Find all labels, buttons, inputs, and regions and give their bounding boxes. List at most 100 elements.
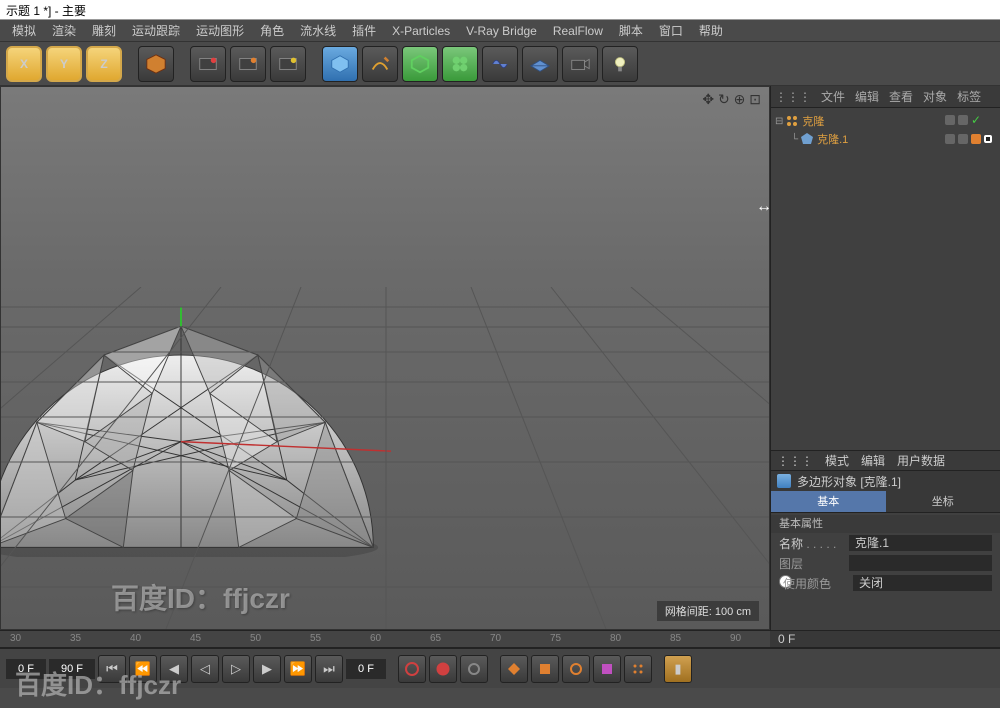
watermark-3: 百度ID：ffjczr <box>15 665 181 702</box>
frame-cur-field[interactable]: 0 F <box>346 659 386 679</box>
menu-script[interactable]: 脚本 <box>611 20 651 41</box>
autokey-button[interactable] <box>429 655 457 683</box>
attr-tab-userdata[interactable]: 用户数据 <box>897 452 945 469</box>
deformer-button[interactable] <box>482 46 518 82</box>
prop-name-label: 名称 . . . . . <box>779 535 849 552</box>
prop-name-field[interactable]: 克隆.1 <box>849 535 992 551</box>
axis-z-button[interactable]: Z <box>86 46 122 82</box>
ruler-frame-display: 0 F <box>770 631 1000 647</box>
polygon-icon <box>800 132 814 146</box>
render-pv-button[interactable] <box>230 46 266 82</box>
basic-props-header: 基本属性 <box>771 515 1000 533</box>
ruler-tick: 65 <box>430 633 441 644</box>
objects-panel-tabs: ⋮⋮⋮ 文件 编辑 查看 对象 标签 <box>771 86 1000 108</box>
tree-label: 克隆.1 <box>817 131 848 147</box>
play-rev-button[interactable]: ◁ <box>191 655 219 683</box>
param-key-button[interactable] <box>593 655 621 683</box>
window-title: 示题 1 *] - 主要 <box>6 4 86 18</box>
tree-label: 克隆 <box>802 113 824 129</box>
ruler-tick: 85 <box>670 633 681 644</box>
menu-character[interactable]: 角色 <box>252 20 292 41</box>
tab-view[interactable]: 查看 <box>889 88 913 105</box>
keyframe-button[interactable] <box>460 655 488 683</box>
menu-help[interactable]: 帮助 <box>691 20 731 41</box>
play-fwd-button[interactable]: ▷ <box>222 655 250 683</box>
cube-tool-button[interactable] <box>138 46 174 82</box>
watermark-1: 百度ID：ffjczr <box>111 577 290 617</box>
expand-icon[interactable]: ⊟ <box>775 116 783 127</box>
ruler-tick: 40 <box>130 633 141 644</box>
menu-sculpt[interactable]: 雕刻 <box>84 20 124 41</box>
tab-tags[interactable]: 标签 <box>957 88 981 105</box>
axis-x-button[interactable]: X <box>6 46 42 82</box>
menu-plugins[interactable]: 插件 <box>344 20 384 41</box>
ruler-tick: 90 <box>730 633 741 644</box>
camera-button[interactable] <box>562 46 598 82</box>
goto-end-button[interactable]: ⏭ <box>315 655 343 683</box>
menu-bar: 模拟 渲染 雕刻 运动跟踪 运动图形 角色 流水线 插件 X-Particles… <box>0 20 1000 42</box>
attr-tab-edit[interactable]: 编辑 <box>861 452 885 469</box>
pla-key-button[interactable] <box>624 655 652 683</box>
grid-icon[interactable]: ⋮⋮⋮ <box>775 90 811 104</box>
next-frame-button[interactable]: ▶ <box>253 655 281 683</box>
record-button[interactable] <box>398 655 426 683</box>
ruler-tick: 50 <box>250 633 261 644</box>
menu-vray[interactable]: V-Ray Bridge <box>458 22 545 40</box>
attributes-panel: ⋮⋮⋮ 模式 编辑 用户数据 多边形对象 [克隆.1] 基本 坐标 基本属性 名… <box>771 450 1000 630</box>
grid-spacing-label: 网格间距: 100 cm <box>657 601 759 621</box>
tab-edit[interactable]: 编辑 <box>855 88 879 105</box>
primitive-button[interactable] <box>322 46 358 82</box>
menu-realflow[interactable]: RealFlow <box>545 22 611 40</box>
viewport-3d[interactable]: ✥ ↻ ⊕ ⊡ <box>0 86 770 630</box>
grid-icon[interactable]: ⋮⋮⋮ <box>777 454 813 468</box>
ruler-tick: 55 <box>310 633 321 644</box>
tab-objects[interactable]: 对象 <box>923 88 947 105</box>
ruler-tick: 30 <box>10 633 21 644</box>
attr-tab-mode[interactable]: 模式 <box>825 452 849 469</box>
array-button[interactable] <box>442 46 478 82</box>
menu-window[interactable]: 窗口 <box>651 20 691 41</box>
ruler-tick: 45 <box>190 633 201 644</box>
prop-usecolor-label: 使用颜色 <box>783 575 853 592</box>
ruler-tick: 35 <box>70 633 81 644</box>
ruler-tick: 70 <box>490 633 501 644</box>
tab-coord[interactable]: 坐标 <box>886 491 1000 512</box>
prop-layer-field[interactable] <box>849 555 992 571</box>
polygon-icon <box>777 474 791 488</box>
prop-layer-label: 图层 <box>779 555 849 572</box>
floor-button[interactable] <box>522 46 558 82</box>
layout-button[interactable]: ▮ <box>664 655 692 683</box>
spline-button[interactable] <box>362 46 398 82</box>
main-toolbar: X Y Z <box>0 42 1000 86</box>
menu-pipeline[interactable]: 流水线 <box>292 20 344 41</box>
menu-render[interactable]: 渲染 <box>44 20 84 41</box>
object-tree[interactable]: ⊟ 克隆 └ 克隆.1 ✓ <box>771 108 1000 450</box>
menu-motiontrack[interactable]: 运动跟踪 <box>124 20 188 41</box>
next-key-button[interactable]: ⏩ <box>284 655 312 683</box>
scale-key-button[interactable] <box>531 655 559 683</box>
tab-basic[interactable]: 基本 <box>771 491 886 512</box>
timeline-ruler[interactable]: 30 35 40 45 50 55 60 65 70 75 80 85 90 0 F <box>0 630 1000 648</box>
rotate-key-button[interactable] <box>562 655 590 683</box>
axis-y-button[interactable]: Y <box>46 46 82 82</box>
ruler-tick: 60 <box>370 633 381 644</box>
render-settings-button[interactable] <box>270 46 306 82</box>
menu-xparticles[interactable]: X-Particles <box>384 22 458 40</box>
viewport-nav-icons[interactable]: ✥ ↻ ⊕ ⊡ <box>702 91 761 108</box>
title-bar: 示题 1 *] - 主要 <box>0 0 1000 20</box>
ruler-tick: 80 <box>610 633 621 644</box>
attr-object-title: 多边形对象 [克隆.1] <box>771 471 1000 491</box>
resize-cursor-icon: ↔ <box>756 198 772 216</box>
move-key-button[interactable] <box>500 655 528 683</box>
render-view-button[interactable] <box>190 46 226 82</box>
generator-button[interactable] <box>402 46 438 82</box>
light-button[interactable] <box>602 46 638 82</box>
tab-file[interactable]: 文件 <box>821 88 845 105</box>
ruler-tick: 75 <box>550 633 561 644</box>
cloner-icon <box>785 114 799 128</box>
side-panel: ⋮⋮⋮ 文件 编辑 查看 对象 标签 ⊟ 克隆 └ 克隆.1 ✓ <box>770 86 1000 630</box>
menu-mograph[interactable]: 运动图形 <box>188 20 252 41</box>
tree-branch-icon: └ <box>791 134 798 145</box>
menu-simulate[interactable]: 模拟 <box>4 20 44 41</box>
prop-usecolor-field[interactable]: 关闭 <box>853 575 992 591</box>
